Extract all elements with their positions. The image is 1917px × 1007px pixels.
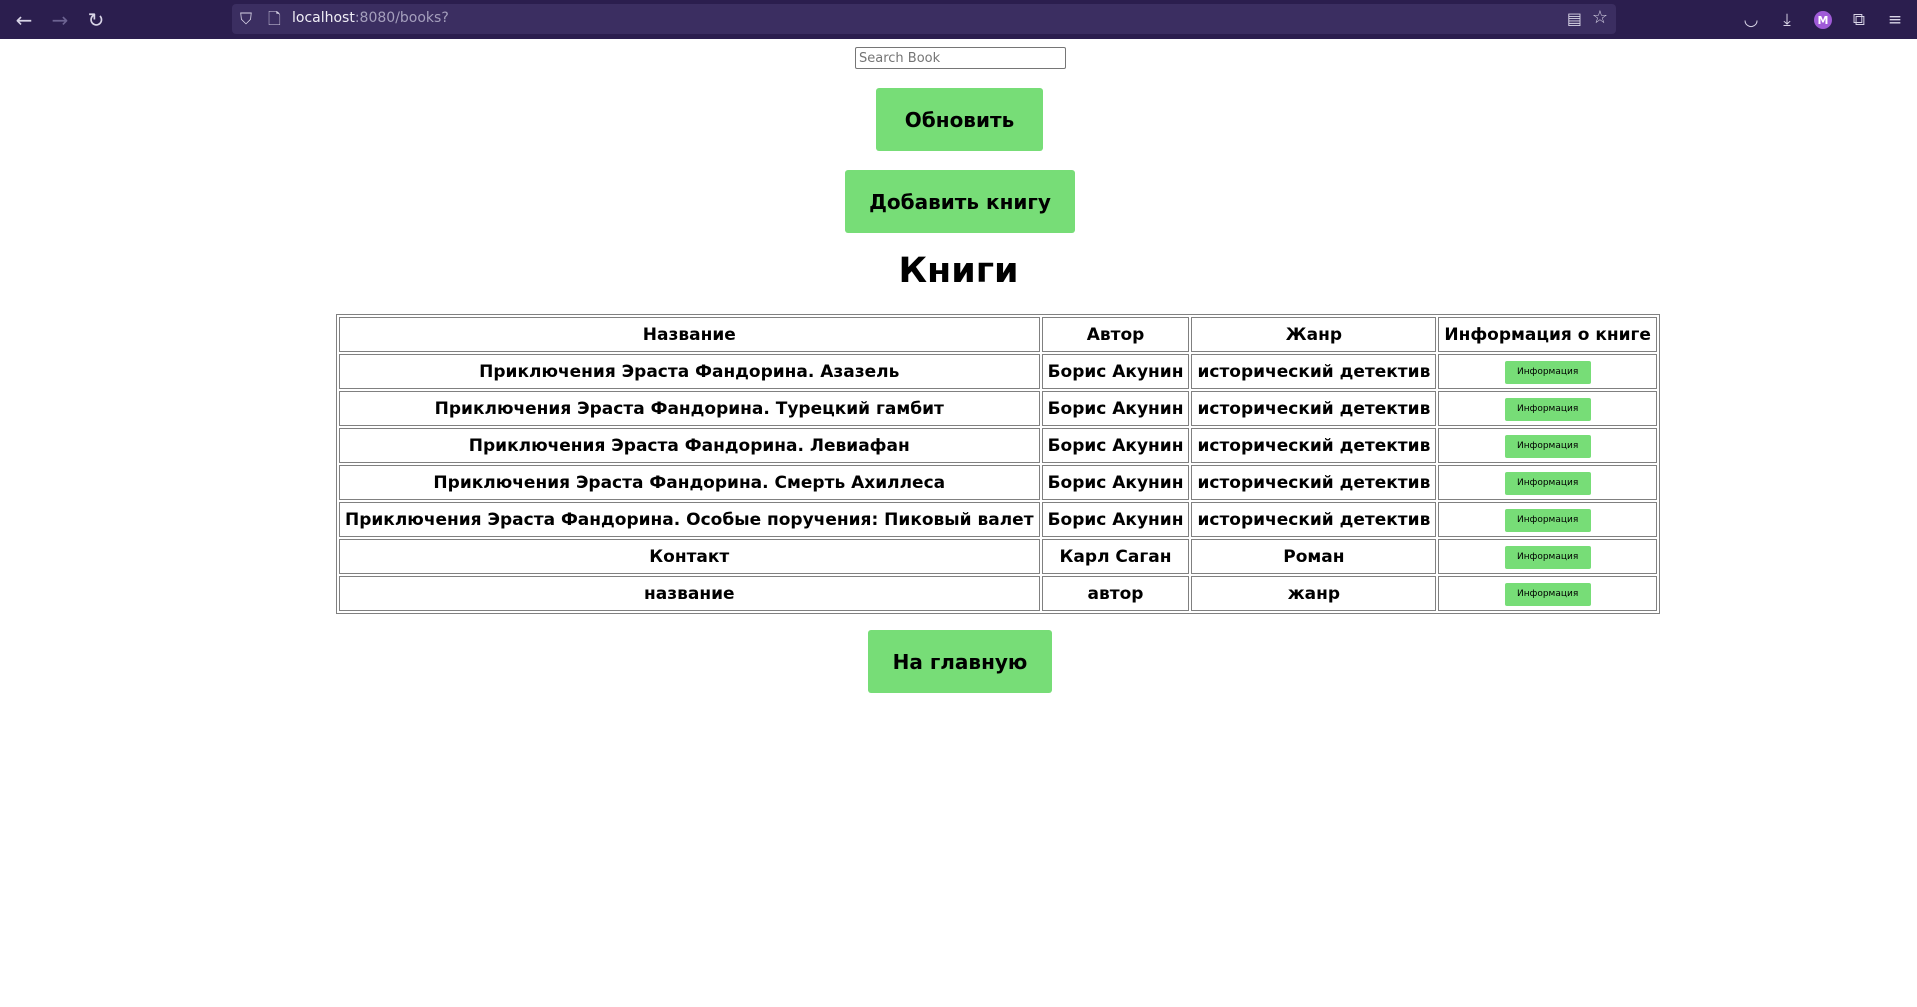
search-input[interactable] xyxy=(855,47,1066,69)
book-title: Приключения Эраста Фандорина. Левиафан xyxy=(339,428,1040,463)
book-info-cell: Информация xyxy=(1438,576,1657,611)
url-bar[interactable]: ⛉ 🗋 localhost:8080/books? ▤ ☆ xyxy=(232,4,1616,34)
back-arrow-icon[interactable]: ← xyxy=(10,6,38,34)
page-icon: 🗋 xyxy=(268,9,281,28)
book-genre: исторический детектив xyxy=(1191,465,1437,500)
book-genre: исторический детектив xyxy=(1191,502,1437,537)
reader-view-icon[interactable]: ▤ xyxy=(1567,9,1582,28)
info-button[interactable]: Информация xyxy=(1504,397,1591,421)
table-row: название автор жанр Информация xyxy=(339,576,1657,611)
info-button[interactable]: Информация xyxy=(1504,434,1591,458)
header-title: Название xyxy=(339,317,1040,352)
book-genre: исторический детектив xyxy=(1191,354,1437,389)
page-title: Книги xyxy=(898,251,1019,291)
header-genre: Жанр xyxy=(1191,317,1437,352)
book-info-cell: Информация xyxy=(1438,465,1657,500)
account-avatar[interactable]: M xyxy=(1809,6,1837,34)
reload-icon[interactable]: ↻ xyxy=(82,6,110,34)
book-author: Борис Акунин xyxy=(1041,391,1190,426)
table-row: Приключения Эраста Фандорина. Смерть Ахи… xyxy=(339,465,1657,500)
extensions-icon[interactable]: ⧉ xyxy=(1845,6,1873,34)
url-host: localhost xyxy=(292,10,355,26)
books-table: Название Автор Жанр Информация о книге П… xyxy=(336,314,1660,614)
header-author: Автор xyxy=(1041,317,1190,352)
book-author: Борис Акунин xyxy=(1041,465,1190,500)
book-author: Борис Акунин xyxy=(1041,354,1190,389)
book-genre: исторический детектив xyxy=(1191,391,1437,426)
table-header-row: Название Автор Жанр Информация о книге xyxy=(339,317,1657,352)
forward-arrow-icon[interactable]: → xyxy=(46,6,74,34)
book-genre: исторический детектив xyxy=(1191,428,1437,463)
book-author: Борис Акунин xyxy=(1041,502,1190,537)
book-info-cell: Информация xyxy=(1438,391,1657,426)
book-author: автор xyxy=(1041,576,1190,611)
book-info-cell: Информация xyxy=(1438,354,1657,389)
table-row: Приключения Эраста Фандорина. Азазель Бо… xyxy=(339,354,1657,389)
table-row: Приключения Эраста Фандорина. Турецкий г… xyxy=(339,391,1657,426)
book-author: Карл Саган xyxy=(1041,539,1190,574)
book-info-cell: Информация xyxy=(1438,539,1657,574)
avatar: M xyxy=(1814,11,1832,29)
url-path: :8080/books? xyxy=(354,10,449,26)
info-button[interactable]: Информация xyxy=(1504,360,1591,384)
page-content: Обновить Добавить книгу Книги Название А… xyxy=(0,39,1917,1007)
home-button[interactable]: На главную xyxy=(868,630,1052,693)
book-genre: жанр xyxy=(1191,576,1437,611)
info-button[interactable]: Информация xyxy=(1504,508,1591,532)
url-text[interactable]: localhost:8080/books? xyxy=(292,10,449,26)
hamburger-menu-icon[interactable]: ≡ xyxy=(1881,6,1909,34)
info-button[interactable]: Информация xyxy=(1504,471,1591,495)
book-info-cell: Информация xyxy=(1438,502,1657,537)
shield-icon[interactable]: ⛉ xyxy=(240,9,252,29)
book-title: название xyxy=(339,576,1040,611)
pocket-icon[interactable]: ◡ xyxy=(1737,6,1765,34)
book-author: Борис Акунин xyxy=(1041,428,1190,463)
header-info: Информация о книге xyxy=(1438,317,1657,352)
info-button[interactable]: Информация xyxy=(1504,582,1591,606)
add-book-button[interactable]: Добавить книгу xyxy=(845,170,1075,233)
download-icon[interactable]: ⤓ xyxy=(1773,6,1801,34)
book-title: Приключения Эраста Фандорина. Азазель xyxy=(339,354,1040,389)
book-genre: Роман xyxy=(1191,539,1437,574)
book-title: Приключения Эраста Фандорина. Особые пор… xyxy=(339,502,1040,537)
book-title: Приключения Эраста Фандорина. Турецкий г… xyxy=(339,391,1040,426)
table-row: Приключения Эраста Фандорина. Особые пор… xyxy=(339,502,1657,537)
browser-toolbar: ← → ↻ ⛉ 🗋 localhost:8080/books? ▤ ☆ ◡ ⤓ … xyxy=(0,0,1917,39)
table-row: Приключения Эраста Фандорина. Левиафан Б… xyxy=(339,428,1657,463)
info-button[interactable]: Информация xyxy=(1504,545,1591,569)
book-title: Контакт xyxy=(339,539,1040,574)
book-info-cell: Информация xyxy=(1438,428,1657,463)
book-title: Приключения Эраста Фандорина. Смерть Ахи… xyxy=(339,465,1040,500)
star-icon[interactable]: ☆ xyxy=(1592,7,1608,28)
refresh-button[interactable]: Обновить xyxy=(876,88,1043,151)
table-row: Контакт Карл Саган Роман Информация xyxy=(339,539,1657,574)
